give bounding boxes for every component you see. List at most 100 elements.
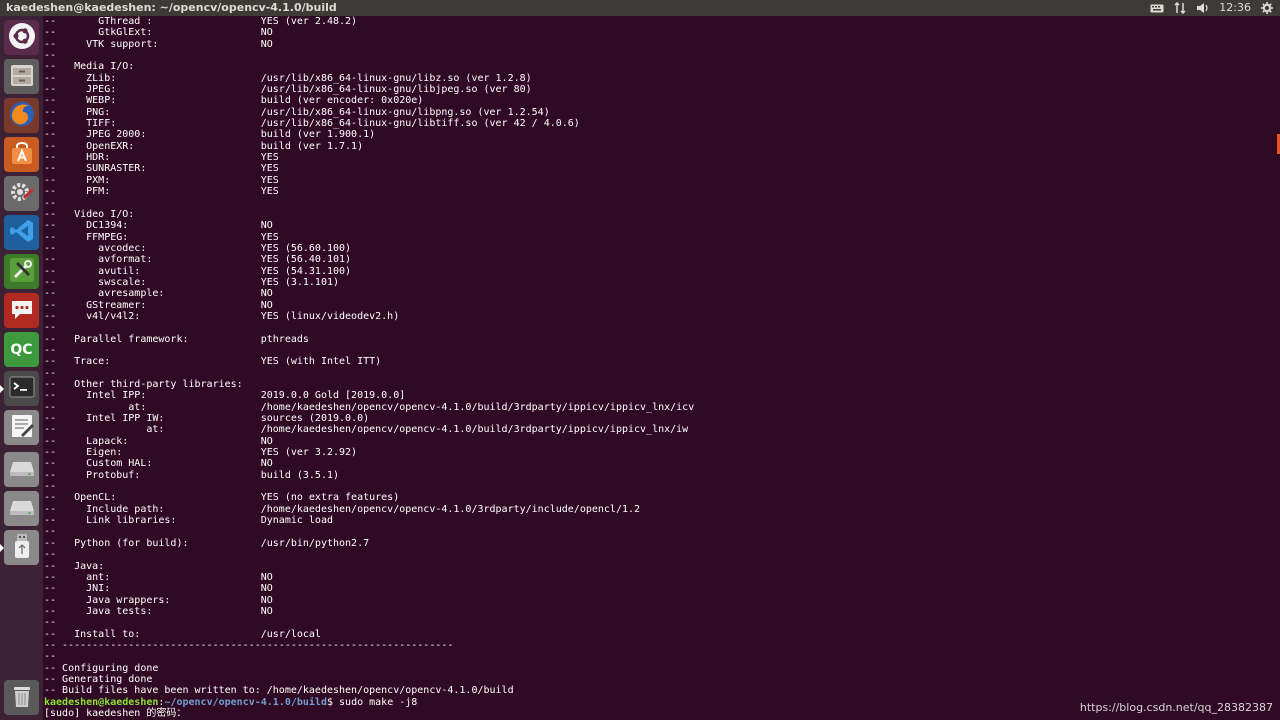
terminal-line: -- JPEG: /usr/lib/x86_64-linux-gnu/libjp… bbox=[44, 84, 532, 96]
usb-button[interactable] bbox=[0, 530, 39, 565]
terminal-line: -- PNG: /usr/lib/x86_64-linux-gnu/libpng… bbox=[44, 106, 550, 118]
terminal-line: -- avresample: NO bbox=[44, 288, 273, 300]
terminal-line: -- Lapack: NO bbox=[44, 435, 273, 447]
shopping-bag-icon bbox=[8, 139, 36, 171]
gear-icon[interactable] bbox=[1260, 2, 1274, 14]
terminal-line: -- Media I/O: bbox=[44, 61, 135, 73]
terminal-line: -- Include path: /home/kaedeshen/opencv/… bbox=[44, 503, 641, 515]
text-editor-button[interactable] bbox=[4, 410, 39, 445]
ubuntu-logo-icon bbox=[8, 22, 36, 54]
qt-creator-button[interactable]: QC bbox=[4, 332, 39, 367]
terminal-output[interactable]: -- GThread : YES (ver 2.48.2) -- GtkGlExt… bbox=[43, 16, 1280, 720]
terminal-line: -- swscale: YES (3.1.101) bbox=[44, 276, 340, 288]
terminal-line: -- FFMPEG: YES bbox=[44, 231, 279, 243]
drive-2-button[interactable] bbox=[4, 491, 39, 526]
software-center-button[interactable] bbox=[4, 137, 39, 172]
usb-drive-icon bbox=[8, 532, 36, 564]
qc-icon: QC bbox=[10, 341, 33, 358]
terminal-line: -- SUNRASTER: YES bbox=[44, 163, 279, 175]
terminal-line: -- bbox=[44, 50, 57, 62]
terminal-line: -- JPEG 2000: build (ver 1.900.1) bbox=[44, 129, 376, 141]
tools-button[interactable] bbox=[4, 254, 39, 289]
terminal-line: -- Custom HAL: NO bbox=[44, 458, 273, 470]
launcher: QC bbox=[0, 16, 43, 720]
volume-icon[interactable] bbox=[1196, 2, 1210, 14]
terminal-line: -- WEBP: build (ver encoder: 0x020e) bbox=[44, 95, 424, 107]
clock[interactable]: 12:36 bbox=[1219, 0, 1251, 16]
prompt-user: kaedeshen@kaedeshen bbox=[44, 696, 159, 708]
sudo-password-prompt[interactable]: [sudo] kaedeshen 的密码： bbox=[44, 708, 694, 719]
terminal-line: -- GtkGlExt: NO bbox=[44, 27, 273, 39]
terminal-line: -- GStreamer: NO bbox=[44, 299, 273, 311]
terminal-line: -- Configuring done bbox=[44, 662, 159, 674]
terminal-line: -- Python (for build): /usr/bin/python2.… bbox=[44, 537, 370, 549]
terminal-line: -- Link libraries: Dynamic load bbox=[44, 515, 333, 527]
firefox-icon bbox=[8, 100, 36, 132]
gear-wrench-icon bbox=[8, 178, 36, 210]
terminal-line: -- JNI: NO bbox=[44, 583, 273, 595]
system-settings-button[interactable] bbox=[4, 176, 39, 211]
terminal-line: -- bbox=[44, 526, 57, 538]
terminal-line: -- Video I/O: bbox=[44, 208, 135, 220]
text-editor-icon bbox=[8, 412, 36, 444]
prompt-command: sudo make -j8 bbox=[339, 696, 418, 708]
terminal-line: -- bbox=[44, 344, 57, 356]
terminal-line: -- Parallel framework: pthreads bbox=[44, 333, 309, 345]
terminal-line: -- bbox=[44, 617, 57, 629]
terminal-line: -- Java tests: NO bbox=[44, 605, 273, 617]
prompt-path: ~/opencv/opencv-4.1.0/build bbox=[164, 696, 327, 708]
terminal-line: -- ZLib: /usr/lib/x86_64-linux-gnu/libz.… bbox=[44, 72, 532, 84]
terminal-line: -- v4l/v4l2: YES (linux/videodev2.h) bbox=[44, 310, 400, 322]
terminal-line: -- bbox=[44, 549, 57, 561]
terminal-line: -- at: /home/kaedeshen/opencv/opencv-4.1… bbox=[44, 424, 689, 436]
terminal-button[interactable] bbox=[0, 371, 39, 406]
terminal-line: -- -------------------------------------… bbox=[44, 639, 454, 651]
terminal-line: -- Other third-party libraries: bbox=[44, 379, 243, 390]
chat-bubble-icon bbox=[8, 295, 36, 327]
terminal-line: -- Generating done bbox=[44, 673, 153, 685]
wrench-screwdriver-icon bbox=[8, 256, 36, 288]
vscode-icon bbox=[8, 217, 36, 249]
terminal-line: -- Java: bbox=[44, 560, 105, 572]
terminal-line: -- ant: NO bbox=[44, 571, 273, 583]
system-tray: 12:36 bbox=[1150, 0, 1274, 16]
terminal-line: -- Install to: /usr/local bbox=[44, 628, 321, 640]
hard-drive-icon bbox=[8, 493, 36, 525]
terminal-line: -- avutil: YES (54.31.100) bbox=[44, 265, 352, 277]
terminal-line: -- PFM: YES bbox=[44, 186, 279, 198]
terminal-line: -- Java wrappers: NO bbox=[44, 594, 273, 606]
hard-drive-icon bbox=[8, 454, 36, 486]
terminal-line: -- Intel IPP: 2019.0.0 Gold [2019.0.0] bbox=[44, 390, 406, 402]
terminal-line: -- bbox=[44, 197, 57, 209]
vscode-button[interactable] bbox=[4, 215, 39, 250]
prompt-line: kaedeshen@kaedeshen:~/opencv/opencv-4.1.… bbox=[44, 697, 694, 708]
terminal-line: -- OpenEXR: build (ver 1.7.1) bbox=[44, 140, 364, 152]
terminal-line: -- bbox=[44, 481, 57, 493]
terminal-line: -- Protobuf: build (3.5.1) bbox=[44, 469, 340, 481]
terminal-line: -- Eigen: YES (ver 3.2.92) bbox=[44, 447, 358, 459]
terminal-line: -- bbox=[44, 322, 57, 334]
trash-button[interactable] bbox=[4, 680, 39, 715]
file-cabinet-icon bbox=[8, 61, 36, 93]
terminal-line: -- at: /home/kaedeshen/opencv/opencv-4.1… bbox=[44, 401, 695, 413]
network-updown-icon[interactable] bbox=[1173, 2, 1187, 14]
terminal-line: -- bbox=[44, 651, 57, 663]
files-button[interactable] bbox=[4, 59, 39, 94]
prompt-dollar: $ bbox=[326, 696, 340, 708]
terminal-line: -- DC1394: NO bbox=[44, 220, 273, 232]
terminal-line: -- PXM: YES bbox=[44, 174, 279, 186]
terminal-line: -- GThread : YES (ver 2.48.2) bbox=[44, 16, 358, 27]
terminal-lines: -- GThread : YES (ver 2.48.2) -- GtkGlExt… bbox=[44, 16, 694, 719]
firefox-button[interactable] bbox=[4, 98, 39, 133]
top-panel: kaedeshen@kaedeshen: ~/opencv/opencv-4.1… bbox=[0, 0, 1280, 16]
terminal-line: -- VTK support: NO bbox=[44, 38, 273, 50]
terminal-line: -- OpenCL: YES (no extra features) bbox=[44, 492, 400, 504]
watermark: https://blog.csdn.net/qq_28382387 bbox=[1079, 701, 1273, 714]
terminal-line: -- TIFF: /usr/lib/x86_64-linux-gnu/libti… bbox=[44, 118, 580, 130]
ubuntu-dash-button[interactable] bbox=[4, 20, 39, 55]
terminal-line: -- Trace: YES (with Intel ITT) bbox=[44, 356, 382, 368]
keyboard-icon[interactable] bbox=[1150, 2, 1164, 14]
messaging-button[interactable] bbox=[4, 293, 39, 328]
drive-1-button[interactable] bbox=[4, 452, 39, 487]
terminal-line: -- bbox=[44, 367, 57, 379]
